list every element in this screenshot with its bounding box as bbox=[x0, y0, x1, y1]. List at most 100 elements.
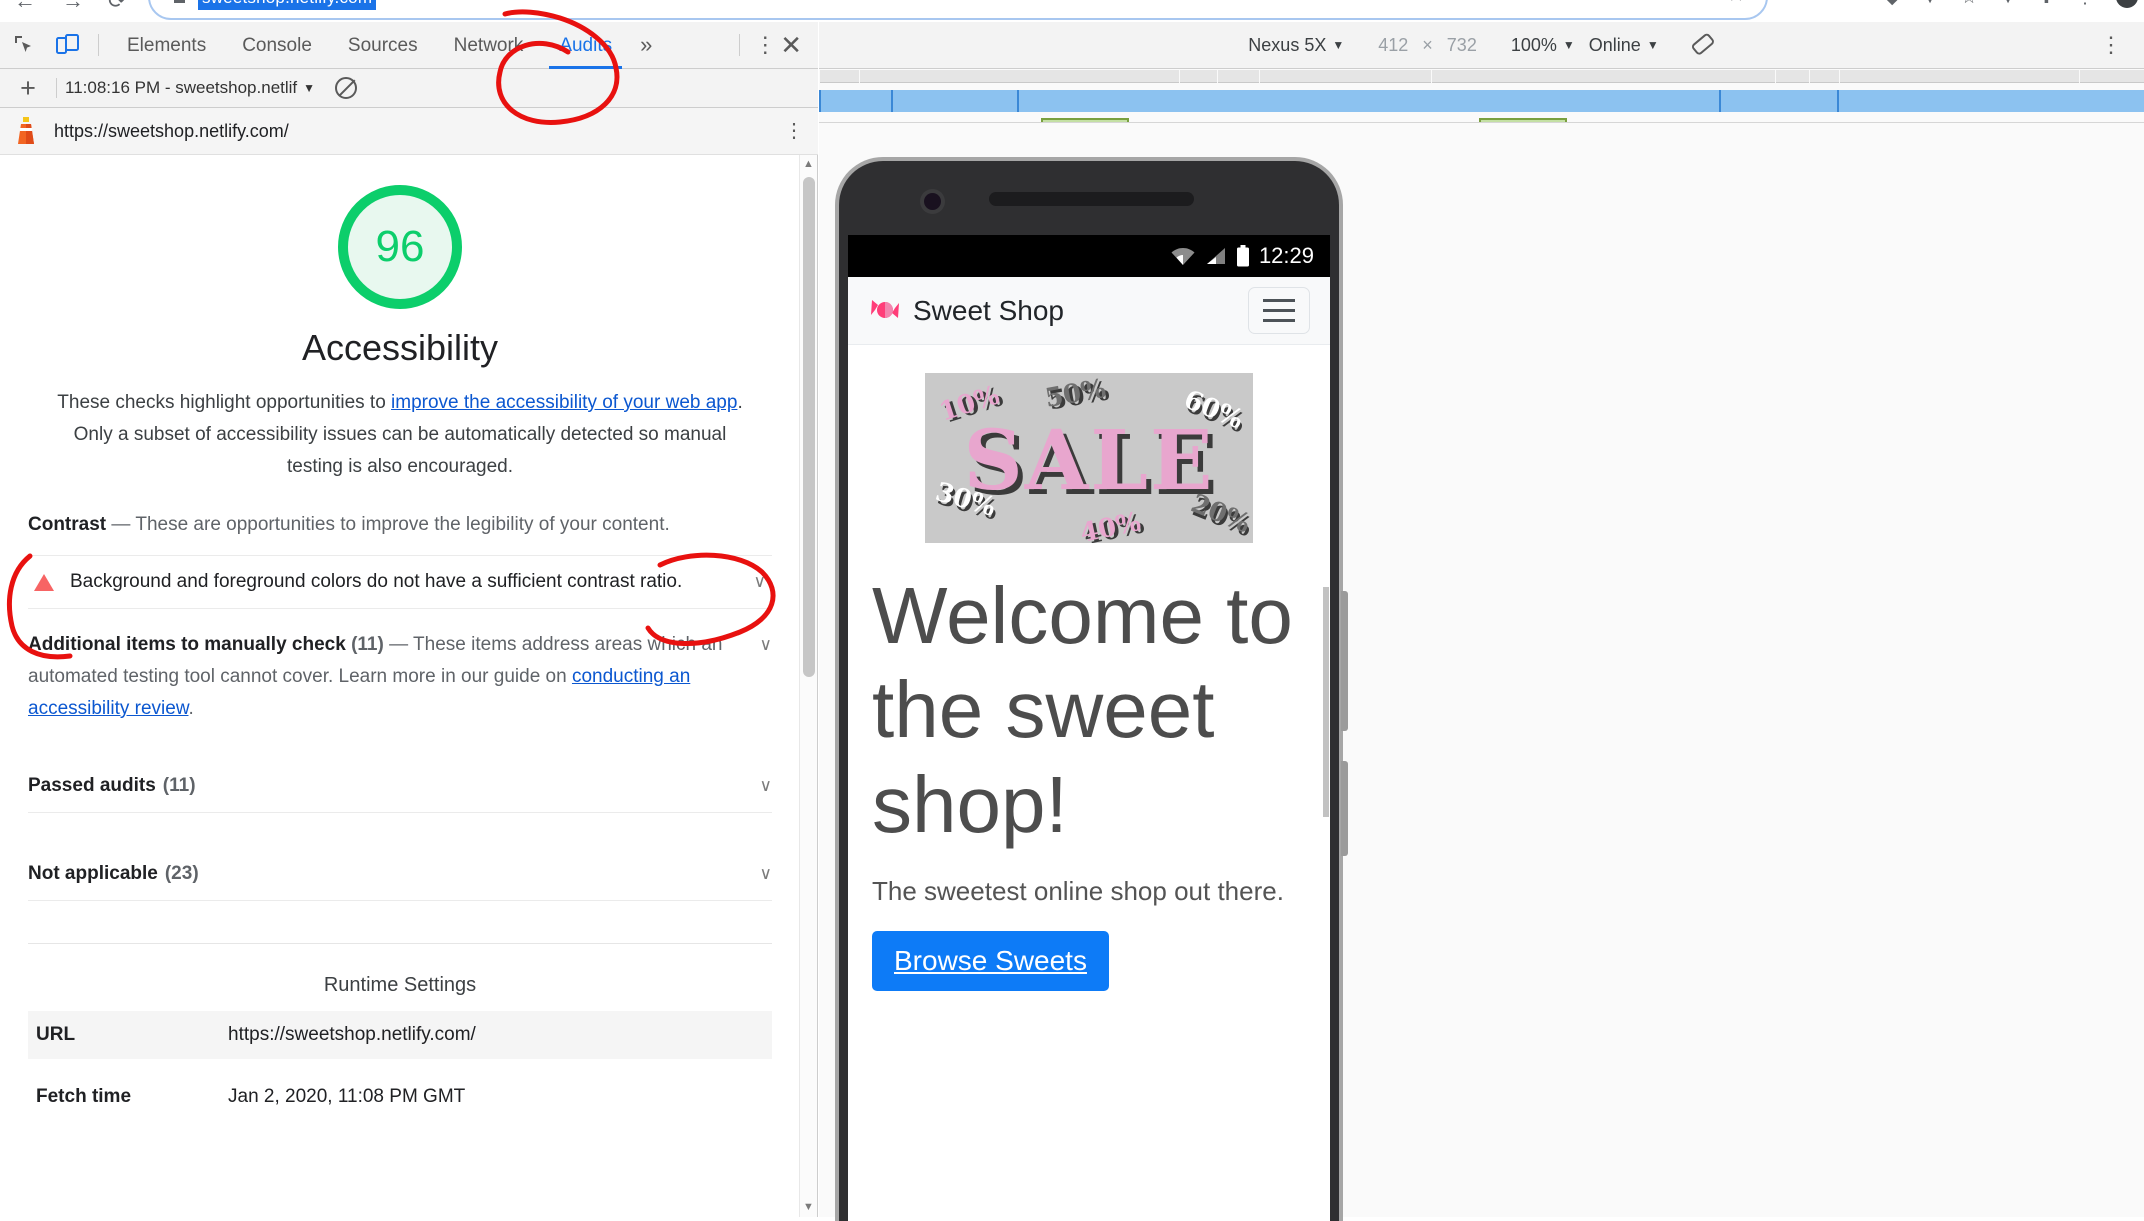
improve-accessibility-link[interactable]: improve the accessibility of your web ap… bbox=[391, 392, 737, 413]
devtools-kebab-icon[interactable]: ⋮ bbox=[754, 34, 776, 56]
viewport-height-input[interactable]: 732 bbox=[1447, 35, 1477, 56]
close-icon[interactable]: ✕ bbox=[1728, 0, 1744, 8]
score-value: 96 bbox=[375, 222, 425, 271]
scroll-down-arrow-icon[interactable]: ▼ bbox=[800, 1201, 817, 1213]
table-row: Fetch time Jan 2, 2020, 11:08 PM GMT bbox=[28, 1073, 772, 1121]
chevron-down-icon-manual[interactable]: ∨ bbox=[760, 629, 772, 661]
forward-arrow-icon[interactable]: → bbox=[62, 0, 84, 14]
kebab-menu-icon[interactable]: ⋮ bbox=[2076, 0, 2094, 8]
clear-all-icon[interactable] bbox=[335, 77, 358, 99]
extension-icon[interactable]: ◆ bbox=[1885, 0, 1899, 8]
brand[interactable]: Sweet Shop bbox=[868, 295, 1064, 327]
cellular-signal-icon bbox=[1205, 246, 1227, 266]
banner-percent: 50% bbox=[1042, 373, 1109, 415]
banner-percent: 20% bbox=[1186, 488, 1253, 540]
chevron-down-icon-na[interactable]: ∨ bbox=[760, 864, 772, 884]
more-tabs-icon[interactable]: » bbox=[630, 32, 662, 58]
address-bar-value[interactable]: sweetshop.netlify.com bbox=[198, 0, 377, 10]
back-arrow-icon[interactable]: ← bbox=[14, 0, 36, 14]
not-applicable-count: (23) bbox=[164, 862, 199, 884]
front-camera-icon bbox=[924, 193, 941, 210]
passed-audits-toggle[interactable]: Passed audits (11) ∨ bbox=[28, 759, 772, 813]
page-title: Accessibility bbox=[301, 327, 499, 368]
ruler-strip bbox=[819, 70, 2144, 83]
browser-chrome: ← → ⟳ sweetshop.netlify.com ✕ ◆ ▼ ☆ ▼ ✚ … bbox=[0, 0, 2144, 22]
viewport-width-input[interactable]: 412 bbox=[1378, 35, 1408, 56]
chevron-down-icon[interactable]: ▼ bbox=[1921, 0, 1939, 8]
report-scrollbar[interactable]: ▲ ▼ bbox=[799, 155, 817, 1217]
tab-audits[interactable]: Audits bbox=[541, 22, 630, 69]
runbar-divider bbox=[56, 78, 57, 98]
warning-triangle-icon bbox=[34, 573, 54, 591]
tab-elements[interactable]: Elements bbox=[109, 22, 224, 69]
chevron-down-icon-network: ▼ bbox=[1646, 38, 1659, 52]
lighthouse-kebab-icon[interactable]: ⋮ bbox=[784, 121, 804, 141]
device-select[interactable]: Nexus 5X ▼ bbox=[1248, 35, 1344, 56]
tab-sources[interactable]: Sources bbox=[330, 22, 436, 69]
inspect-element-icon[interactable] bbox=[4, 25, 44, 65]
browse-sweets-button[interactable]: Browse Sweets bbox=[872, 931, 1109, 992]
passed-audits-label: Passed audits bbox=[28, 774, 156, 796]
chevron-down-icon-2[interactable]: ▼ bbox=[1999, 0, 2017, 8]
audit-title: Background and foreground colors do not … bbox=[70, 571, 683, 592]
puzzle-icon[interactable]: ✚ bbox=[2039, 0, 2054, 8]
zoom-value: 100% bbox=[1510, 34, 1557, 55]
reload-icon[interactable]: ⟳ bbox=[108, 0, 126, 14]
not-applicable-toggle[interactable]: Not applicable (23) ∨ bbox=[28, 847, 772, 901]
status-bar-clock: 12:29 bbox=[1258, 243, 1314, 268]
banner-percent: 40% bbox=[1077, 506, 1144, 543]
sale-banner-word: SALE bbox=[963, 413, 1215, 510]
runtime-key: Fetch time bbox=[36, 1086, 132, 1107]
tab-network[interactable]: Network bbox=[436, 22, 542, 69]
contrast-heading: Contrast bbox=[28, 514, 107, 535]
accessibility-score-gauge: 96 bbox=[338, 185, 462, 309]
devtools-left-pane: Elements Console Sources Network Audits … bbox=[0, 22, 818, 1217]
brand-name: Sweet Shop bbox=[913, 294, 1064, 326]
device-name: Nexus 5X bbox=[1248, 34, 1327, 55]
chevron-down-icon-passed[interactable]: ∨ bbox=[760, 776, 772, 796]
star-icon[interactable]: ☆ bbox=[1961, 0, 1977, 8]
device-frame: 12:29 Sweet Shop SALE 10% 50% 60% 30% 40… bbox=[839, 161, 1348, 1221]
desc-part-1: These checks highlight opportunities to bbox=[57, 392, 392, 413]
runtime-key: URL bbox=[36, 1024, 76, 1045]
close-devtools-icon[interactable]: ✕ bbox=[780, 30, 802, 61]
chevron-down-icon-zoom: ▼ bbox=[1562, 38, 1575, 52]
toolbar-divider bbox=[98, 34, 99, 56]
audit-row-contrast[interactable]: Background and foreground colors do not … bbox=[28, 555, 772, 609]
throttling-select[interactable]: Online ▼ bbox=[1589, 35, 1659, 56]
contrast-dash: — bbox=[111, 514, 131, 535]
address-bar[interactable]: sweetshop.netlify.com ✕ bbox=[148, 0, 1768, 20]
tab-console[interactable]: Console bbox=[224, 22, 330, 69]
earpiece-speaker-icon bbox=[989, 192, 1194, 206]
page-scrollbar-thumb[interactable] bbox=[1323, 587, 1329, 817]
device-screen: 12:29 Sweet Shop SALE 10% 50% 60% 30% 40… bbox=[848, 235, 1330, 1221]
device-toolbar-kebab-icon[interactable]: ⋮ bbox=[2100, 34, 2122, 56]
rotate-device-icon[interactable] bbox=[1689, 30, 1715, 61]
scroll-up-arrow-icon[interactable]: ▲ bbox=[800, 158, 817, 170]
scrollbar-thumb[interactable] bbox=[803, 177, 815, 677]
lighthouse-icon bbox=[18, 117, 34, 144]
chevron-down-icon[interactable]: ∨ bbox=[754, 572, 766, 592]
avatar[interactable] bbox=[2116, 0, 2138, 8]
contrast-section-header: Contrast — These are opportunities to im… bbox=[28, 509, 772, 541]
new-audit-button[interactable]: + bbox=[8, 73, 48, 104]
zoom-select[interactable]: 100% ▼ bbox=[1511, 35, 1575, 56]
chevron-down-icon: ▼ bbox=[303, 81, 316, 95]
not-applicable-label: Not applicable bbox=[28, 862, 158, 884]
lighthouse-report: 96 Accessibility These checks highlight … bbox=[0, 155, 800, 1217]
network-timeline-strip bbox=[819, 90, 2144, 112]
dimension-separator: × bbox=[1422, 34, 1433, 55]
runtime-settings-block: Runtime Settings URL https://sweetshop.n… bbox=[28, 943, 772, 1121]
toolbar-divider-2 bbox=[739, 34, 741, 56]
audit-run-select[interactable]: 11:08:16 PM - sweetshop.netlif ▼ bbox=[65, 78, 315, 98]
device-toolbar-icon[interactable] bbox=[48, 25, 88, 65]
page-scrollbar[interactable] bbox=[1322, 277, 1330, 1221]
hero-title: Welcome to the sweet shop! bbox=[872, 571, 1293, 849]
browser-actions: ◆ ▼ ☆ ▼ ✚ ⋮ bbox=[1885, 0, 2138, 8]
sale-banner-image: SALE 10% 50% 60% 30% 40% 20% bbox=[925, 373, 1253, 543]
power-button bbox=[1341, 591, 1348, 731]
device-canvas: 12:29 Sweet Shop SALE 10% 50% 60% 30% 40… bbox=[819, 122, 2144, 1221]
hamburger-menu-icon[interactable] bbox=[1248, 287, 1310, 334]
device-emulation-pane: Nexus 5X ▼ 412 × 732 100% ▼ Online ▼ ⋮ 1… bbox=[819, 22, 2144, 1221]
manual-heading: Additional items to manually check bbox=[28, 634, 346, 655]
